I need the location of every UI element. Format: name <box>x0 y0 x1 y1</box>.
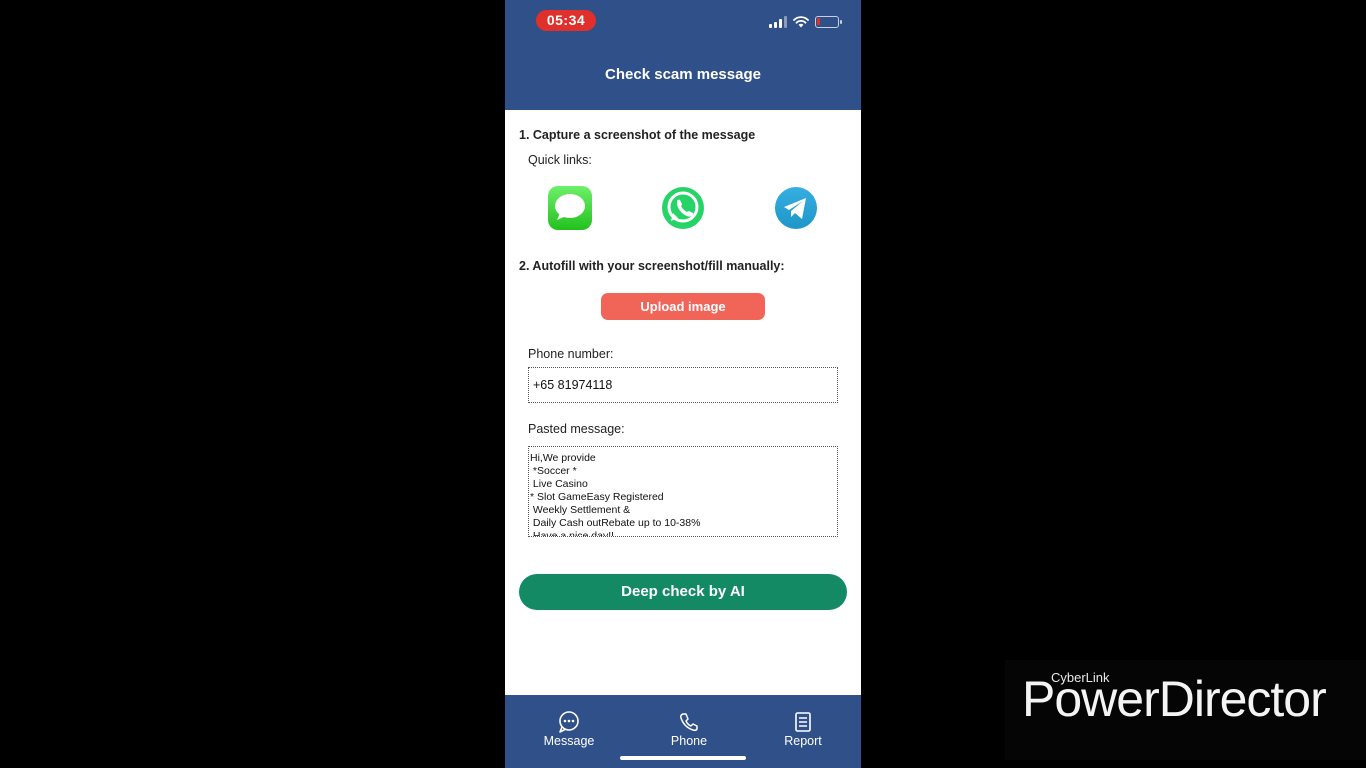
status-time: 05:34 <box>536 10 596 31</box>
video-watermark: CyberLink PowerDirector <box>1005 660 1366 760</box>
cellular-signal-icon <box>769 16 787 28</box>
whatsapp-icon[interactable] <box>661 186 705 230</box>
page-title: Check scam message <box>605 66 761 83</box>
phone-number-field[interactable]: +65 81974118 <box>528 367 838 403</box>
nav-item-phone[interactable]: Phone <box>649 711 729 748</box>
bottom-nav: Message Phone Report <box>505 695 861 768</box>
chat-bubble-icon <box>559 711 579 733</box>
top-app-bar: 05:34 Check scam message <box>505 0 861 110</box>
step1-title: 1. Capture a screenshot of the message <box>519 128 756 142</box>
phone-number-label: Phone number: <box>528 347 614 361</box>
pasted-message-textarea[interactable]: Hi,We provide *Soccer * Live Casino * Sl… <box>528 446 838 537</box>
phone-screen: 05:34 Check scam message 1. Capture a sc… <box>505 0 861 768</box>
quick-links-label: Quick links: <box>528 153 592 167</box>
status-icons <box>769 14 842 30</box>
nav-item-message[interactable]: Message <box>529 711 609 748</box>
telegram-icon[interactable] <box>774 186 818 230</box>
upload-image-button[interactable]: Upload image <box>601 293 765 320</box>
home-indicator[interactable] <box>620 756 746 760</box>
phone-icon <box>680 713 698 732</box>
nav-label-message: Message <box>543 734 595 748</box>
nav-item-report[interactable]: Report <box>763 711 843 748</box>
messages-app-icon[interactable] <box>548 186 592 230</box>
battery-icon <box>815 16 842 28</box>
step2-title: 2. Autofill with your screenshot/fill ma… <box>519 259 785 273</box>
nav-label-report: Report <box>784 734 822 748</box>
document-icon <box>795 712 811 732</box>
deep-check-ai-button[interactable]: Deep check by AI <box>519 574 847 610</box>
wifi-icon <box>793 16 809 28</box>
pasted-message-label: Pasted message: <box>528 422 625 436</box>
watermark-brand-big: PowerDirector <box>1022 671 1327 727</box>
nav-label-phone: Phone <box>670 734 708 748</box>
